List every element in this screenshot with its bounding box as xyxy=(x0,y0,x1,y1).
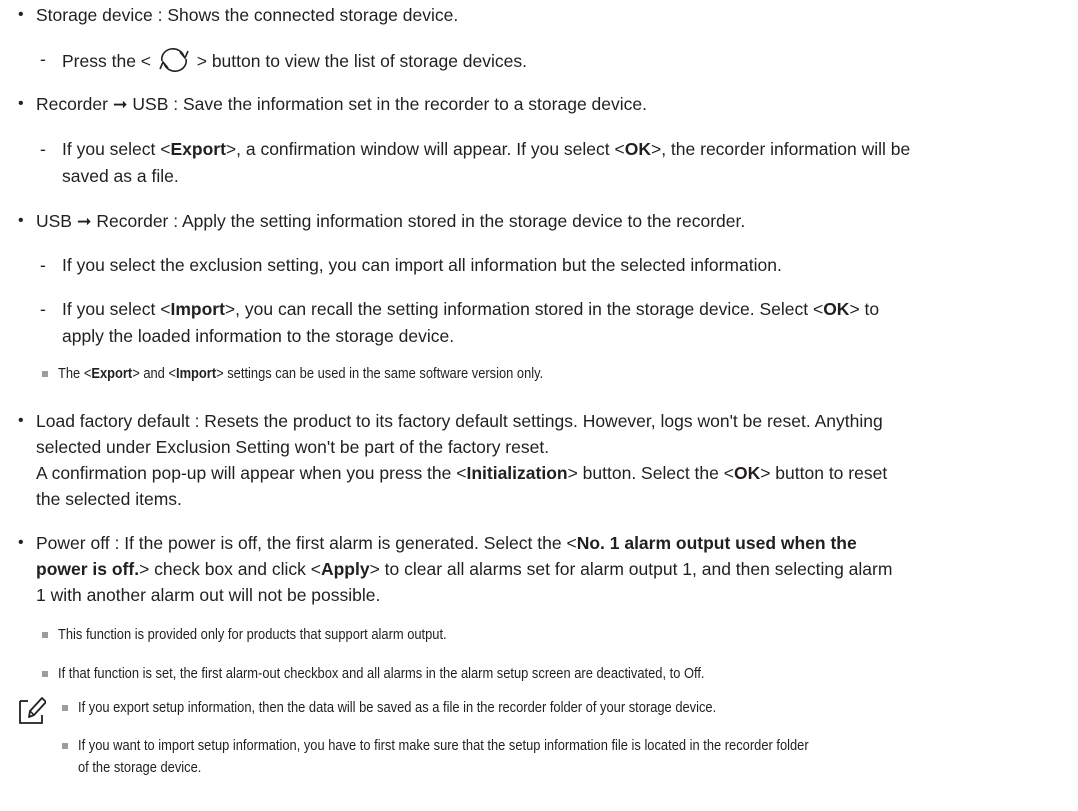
alarm-output-option-label: No. 1 alarm output used when the xyxy=(576,533,857,553)
dash: - xyxy=(40,49,46,69)
bullet: • xyxy=(18,6,24,23)
sub-text: apply the loaded information to the stor… xyxy=(62,326,455,346)
bullet: • xyxy=(18,412,24,429)
item-label: Storage device xyxy=(36,5,153,25)
export-label: Export xyxy=(91,365,133,382)
dash: - xyxy=(40,255,46,275)
note-square-icon xyxy=(62,743,68,749)
bullet: • xyxy=(18,95,24,112)
bullet: • xyxy=(18,212,24,229)
note-alarm-deactivated: If that function is set, the first alarm… xyxy=(58,665,705,682)
item-text: > button to reset xyxy=(760,463,888,483)
memo-icon xyxy=(18,695,47,730)
memo-import-cont: of the storage device. xyxy=(78,759,202,776)
memo-export: If you export setup information, then th… xyxy=(78,699,717,716)
note-export-import: The <Export> and <Import> settings can b… xyxy=(58,364,543,384)
note-text: > and < xyxy=(132,365,176,382)
dash: - xyxy=(40,139,46,159)
item-text: > to clear all alarms set for alarm outp… xyxy=(369,559,893,579)
sub-text-pre: Press the < xyxy=(62,51,156,71)
note-square-icon xyxy=(42,371,48,377)
sub-text: > to xyxy=(849,299,880,319)
item-text: selected under Exclusion Setting won't b… xyxy=(36,437,550,457)
note-square-icon xyxy=(42,671,48,677)
item-label: Load factory default xyxy=(36,411,190,431)
item-text: : Apply the setting information stored i… xyxy=(168,211,746,231)
sub-text: If you select < xyxy=(62,139,171,159)
export-label: Export xyxy=(170,139,226,159)
item-text: : Save the information set in the record… xyxy=(168,94,647,114)
memo-import: If you want to import setup information,… xyxy=(78,737,809,754)
item-label-target: USB xyxy=(132,94,169,114)
arrow-symbol: ➞ xyxy=(76,211,92,231)
note-text: > settings can be used in the same softw… xyxy=(216,365,544,382)
item-text: the selected items. xyxy=(36,489,182,509)
note-alarm-support: This function is provided only for produ… xyxy=(58,626,447,643)
sub-text-post: > button to view the list of storage dev… xyxy=(191,51,527,71)
arrow-symbol: ➞ xyxy=(112,94,128,114)
sub-text: >, a confirmation window will appear. If… xyxy=(225,139,625,159)
item-label: USB xyxy=(36,211,72,231)
item-text: > check box and click < xyxy=(139,559,321,579)
note-square-icon xyxy=(62,705,68,711)
item-label: Power off xyxy=(36,533,110,553)
item-text: > button. Select the < xyxy=(567,463,734,483)
sub-text: >, the recorder information will be xyxy=(650,139,911,159)
item-text: : Resets the product to its factory defa… xyxy=(189,411,883,431)
bullet: • xyxy=(18,534,24,551)
sub-text: If you select < xyxy=(62,299,171,319)
item-text: : If the power is off, the first alarm i… xyxy=(109,533,577,553)
import-label: Import xyxy=(175,365,217,382)
initialization-label: Initialization xyxy=(466,463,568,483)
ok-label: OK xyxy=(823,299,850,319)
note-text: The < xyxy=(58,365,92,382)
manual-page: • Storage device : Shows the connected s… xyxy=(0,0,1078,811)
sub-text: If you select the exclusion setting, you… xyxy=(62,255,782,275)
ok-label: OK xyxy=(624,139,651,159)
item-text: : Shows the connected storage device. xyxy=(152,5,459,25)
item-label-target: Recorder xyxy=(96,211,169,231)
ok-label: OK xyxy=(733,463,761,483)
item-text: A confirmation pop-up will appear when y… xyxy=(36,463,467,483)
item-label: Recorder xyxy=(36,94,108,114)
sub-text: saved as a file. xyxy=(62,166,179,186)
sub-text: >, you can recall the setting informatio… xyxy=(224,299,824,319)
refresh-icon xyxy=(156,48,192,77)
apply-label: Apply xyxy=(320,559,370,579)
alarm-output-option-label: power is off. xyxy=(36,559,140,579)
item-text: 1 with another alarm out will not be pos… xyxy=(36,585,381,605)
import-label: Import xyxy=(170,299,225,319)
note-square-icon xyxy=(42,632,48,638)
dash: - xyxy=(40,299,46,319)
